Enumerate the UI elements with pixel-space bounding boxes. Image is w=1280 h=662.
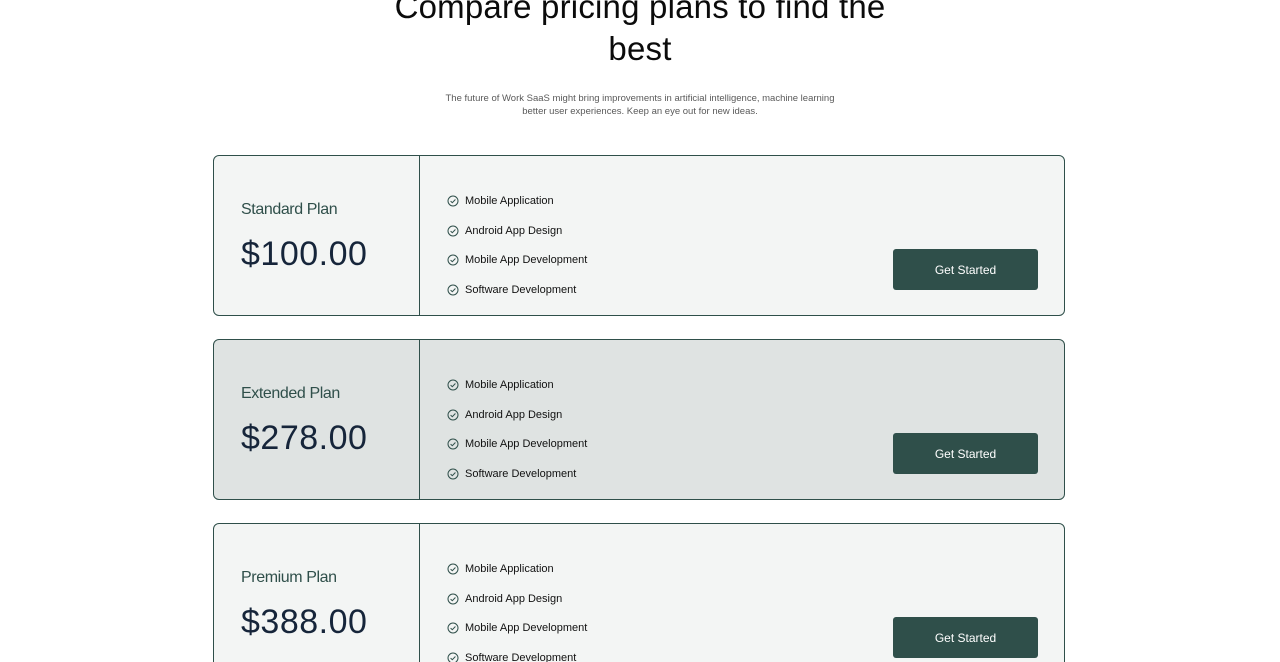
- check-circle-icon: [447, 409, 459, 421]
- feature-label: Mobile Application: [465, 194, 554, 207]
- feature-item: Mobile Application: [447, 186, 1064, 216]
- plan-card-standard: Standard Plan $100.00 Mobile Application…: [213, 155, 1065, 316]
- plan-details: Mobile Application Android App Design Mo…: [420, 524, 1064, 662]
- page-title-line1: Compare pricing plans to find the: [394, 0, 886, 25]
- feature-label: Android App Design: [465, 592, 563, 605]
- check-circle-icon: [447, 593, 459, 605]
- check-circle-icon: [447, 284, 459, 296]
- feature-item: Android App Design: [447, 584, 1064, 614]
- feature-item: Android App Design: [447, 216, 1064, 246]
- check-circle-icon: [447, 225, 459, 237]
- check-circle-icon: [447, 468, 459, 480]
- plan-name: Premium Plan: [241, 569, 337, 586]
- feature-item: Android App Design: [447, 400, 1064, 430]
- check-circle-icon: [447, 195, 459, 207]
- feature-label: Mobile Application: [465, 562, 554, 575]
- plan-name: Extended Plan: [241, 385, 340, 402]
- feature-label: Mobile App Development: [465, 438, 588, 451]
- feature-item: Mobile Application: [447, 370, 1064, 400]
- page-subtitle-line2: better user experiences. Keep an eye out…: [522, 106, 758, 117]
- plan-details: Mobile Application Android App Design Mo…: [420, 340, 1064, 499]
- page-title-line2: best: [608, 30, 672, 67]
- feature-label: Android App Design: [465, 408, 563, 421]
- plan-summary: Premium Plan $388.00: [214, 524, 420, 662]
- check-circle-icon: [447, 379, 459, 391]
- page-title: Compare pricing plans to find the best: [0, 0, 1280, 70]
- page-subtitle-line1: The future of Work SaaS might bring impr…: [445, 93, 835, 104]
- pricing-section: Compare pricing plans to find the best T…: [0, 0, 1280, 662]
- feature-label: Android App Design: [465, 224, 563, 237]
- check-circle-icon: [447, 254, 459, 266]
- check-circle-icon: [447, 622, 459, 634]
- page-subtitle: The future of Work SaaS might bring impr…: [0, 92, 1280, 118]
- feature-item: Mobile Application: [447, 554, 1064, 584]
- plan-name: Standard Plan: [241, 201, 338, 218]
- feature-label: Mobile App Development: [465, 622, 588, 635]
- check-circle-icon: [447, 563, 459, 575]
- plan-summary: Standard Plan $100.00: [214, 156, 420, 315]
- feature-label: Mobile App Development: [465, 254, 588, 267]
- plan-price: $278.00: [241, 419, 368, 457]
- plan-card-premium: Premium Plan $388.00 Mobile Application …: [213, 523, 1065, 662]
- feature-label: Mobile Application: [465, 378, 554, 391]
- check-circle-icon: [447, 652, 459, 662]
- feature-label: Software Development: [465, 283, 577, 296]
- feature-label: Software Development: [465, 467, 577, 480]
- plan-card-extended: Extended Plan $278.00 Mobile Application…: [213, 339, 1065, 500]
- plan-price: $100.00: [241, 235, 368, 273]
- plan-price: $388.00: [241, 603, 368, 641]
- get-started-button[interactable]: Get Started: [893, 433, 1038, 474]
- get-started-button[interactable]: Get Started: [893, 249, 1038, 290]
- plan-details: Mobile Application Android App Design Mo…: [420, 156, 1064, 315]
- feature-label: Software Development: [465, 651, 577, 662]
- plan-summary: Extended Plan $278.00: [214, 340, 420, 499]
- get-started-button[interactable]: Get Started: [893, 617, 1038, 658]
- check-circle-icon: [447, 438, 459, 450]
